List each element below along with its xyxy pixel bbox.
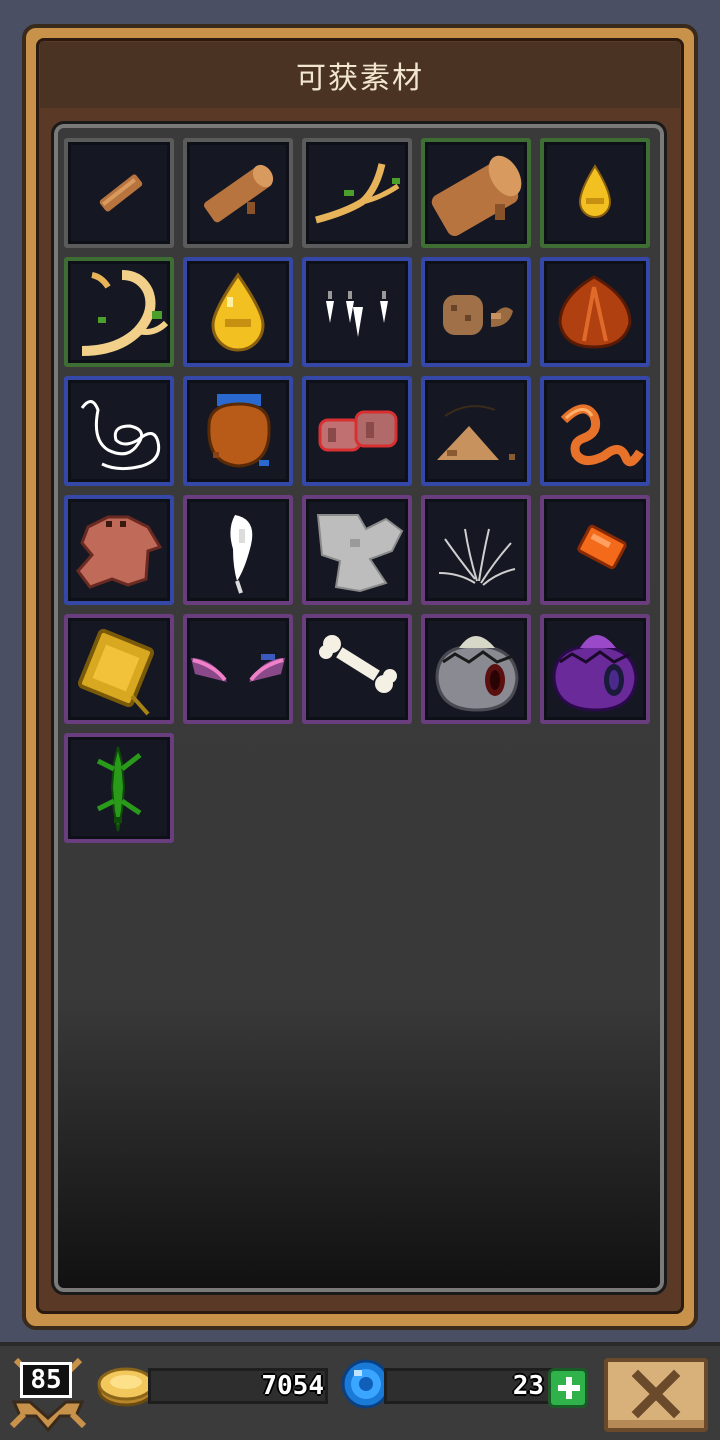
animal-pelt-icon [76,515,163,589]
clay-pot-icon [207,394,271,468]
material-slot[interactable] [64,257,174,367]
material-slot[interactable] [183,495,293,605]
material-slot[interactable] [64,495,174,605]
material-slot[interactable] [64,614,174,724]
material-slot[interactable] [540,138,650,248]
large-log-icon [431,155,522,236]
material-slot[interactable] [540,257,650,367]
material-slot[interactable] [540,495,650,605]
material-slot[interactable] [302,376,412,486]
material-slot[interactable] [64,733,174,843]
gold-amount: 7054 [261,1371,324,1401]
material-slot[interactable] [421,614,531,724]
gem-amount: 23 [512,1371,544,1401]
orange-gem-icon [577,524,627,570]
material-slot[interactable] [302,138,412,248]
material-slot[interactable] [421,376,531,486]
bat-wings-icon [191,654,285,682]
lizard-icon [96,746,142,832]
gray-egg-icon [435,636,519,712]
chestnut-icon [558,275,632,349]
material-slot[interactable] [421,495,531,605]
material-slot[interactable] [64,138,174,248]
mushroom-clump-icon [443,295,513,335]
dirt-pile-icon [437,405,515,460]
white-feather-icon [230,515,253,594]
thin-branch-icon [99,174,143,212]
material-slot[interactable] [64,376,174,486]
fangs-icon [326,291,388,337]
material-slot[interactable] [183,257,293,367]
title-bar: 可获素材 [40,42,680,108]
material-slot[interactable] [183,376,293,486]
material-slot[interactable] [183,614,293,724]
worm-icon [560,404,644,467]
sap-drop-large-icon [211,272,265,352]
page-title: 可获素材 [296,61,424,96]
material-slot[interactable] [421,257,531,367]
material-slot[interactable] [302,495,412,605]
twig-icon [315,163,400,224]
bone-icon [319,635,397,693]
gray-pelt-icon [316,514,404,593]
player-level: 85 [20,1362,72,1398]
raw-meat-icon [318,410,398,452]
silk-thread-icon [80,400,161,471]
close-icon [631,1369,681,1419]
material-slot[interactable] [302,257,412,367]
material-slot[interactable] [540,614,650,724]
material-slot[interactable] [540,376,650,486]
sap-drop-small-icon [578,164,612,218]
close-button[interactable] [604,1358,708,1432]
log-icon [204,164,274,223]
golden-scale-icon [78,628,154,716]
material-slot[interactable] [421,138,531,248]
whiskers-icon [438,528,516,586]
purple-egg-icon [552,635,638,712]
golden-root-icon [81,270,169,356]
material-slot[interactable] [302,614,412,724]
material-slot[interactable] [183,138,293,248]
add-gems-button[interactable] [548,1368,588,1408]
gold-coin-icon [97,1367,155,1407]
